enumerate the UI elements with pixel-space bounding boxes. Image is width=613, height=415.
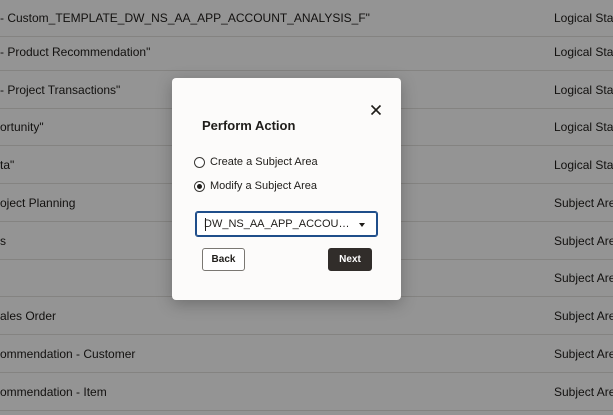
select-value: DW_NS_AA_APP_ACCOUNT_ANALYSIS_F bbox=[204, 218, 352, 230]
close-button[interactable] bbox=[368, 102, 384, 118]
chevron-down-icon[interactable] bbox=[359, 223, 365, 227]
radio-label: Modify a Subject Area bbox=[210, 180, 318, 192]
close-icon bbox=[370, 104, 382, 116]
radio-label: Create a Subject Area bbox=[210, 156, 318, 168]
radio-button[interactable] bbox=[194, 180, 205, 192]
dialog-title: Perform Action bbox=[202, 118, 296, 133]
perform-action-dialog: Perform Action Create a Subject Area Mod… bbox=[172, 78, 401, 300]
create-subject-area-option[interactable]: Create a Subject Area bbox=[194, 154, 318, 170]
radio-button[interactable] bbox=[194, 156, 205, 168]
modify-subject-area-option[interactable]: Modify a Subject Area bbox=[194, 178, 317, 194]
next-button[interactable]: Next bbox=[328, 248, 372, 271]
back-button[interactable]: Back bbox=[202, 248, 245, 271]
subject-area-select[interactable]: DW_NS_AA_APP_ACCOUNT_ANALYSIS_F bbox=[195, 211, 378, 237]
